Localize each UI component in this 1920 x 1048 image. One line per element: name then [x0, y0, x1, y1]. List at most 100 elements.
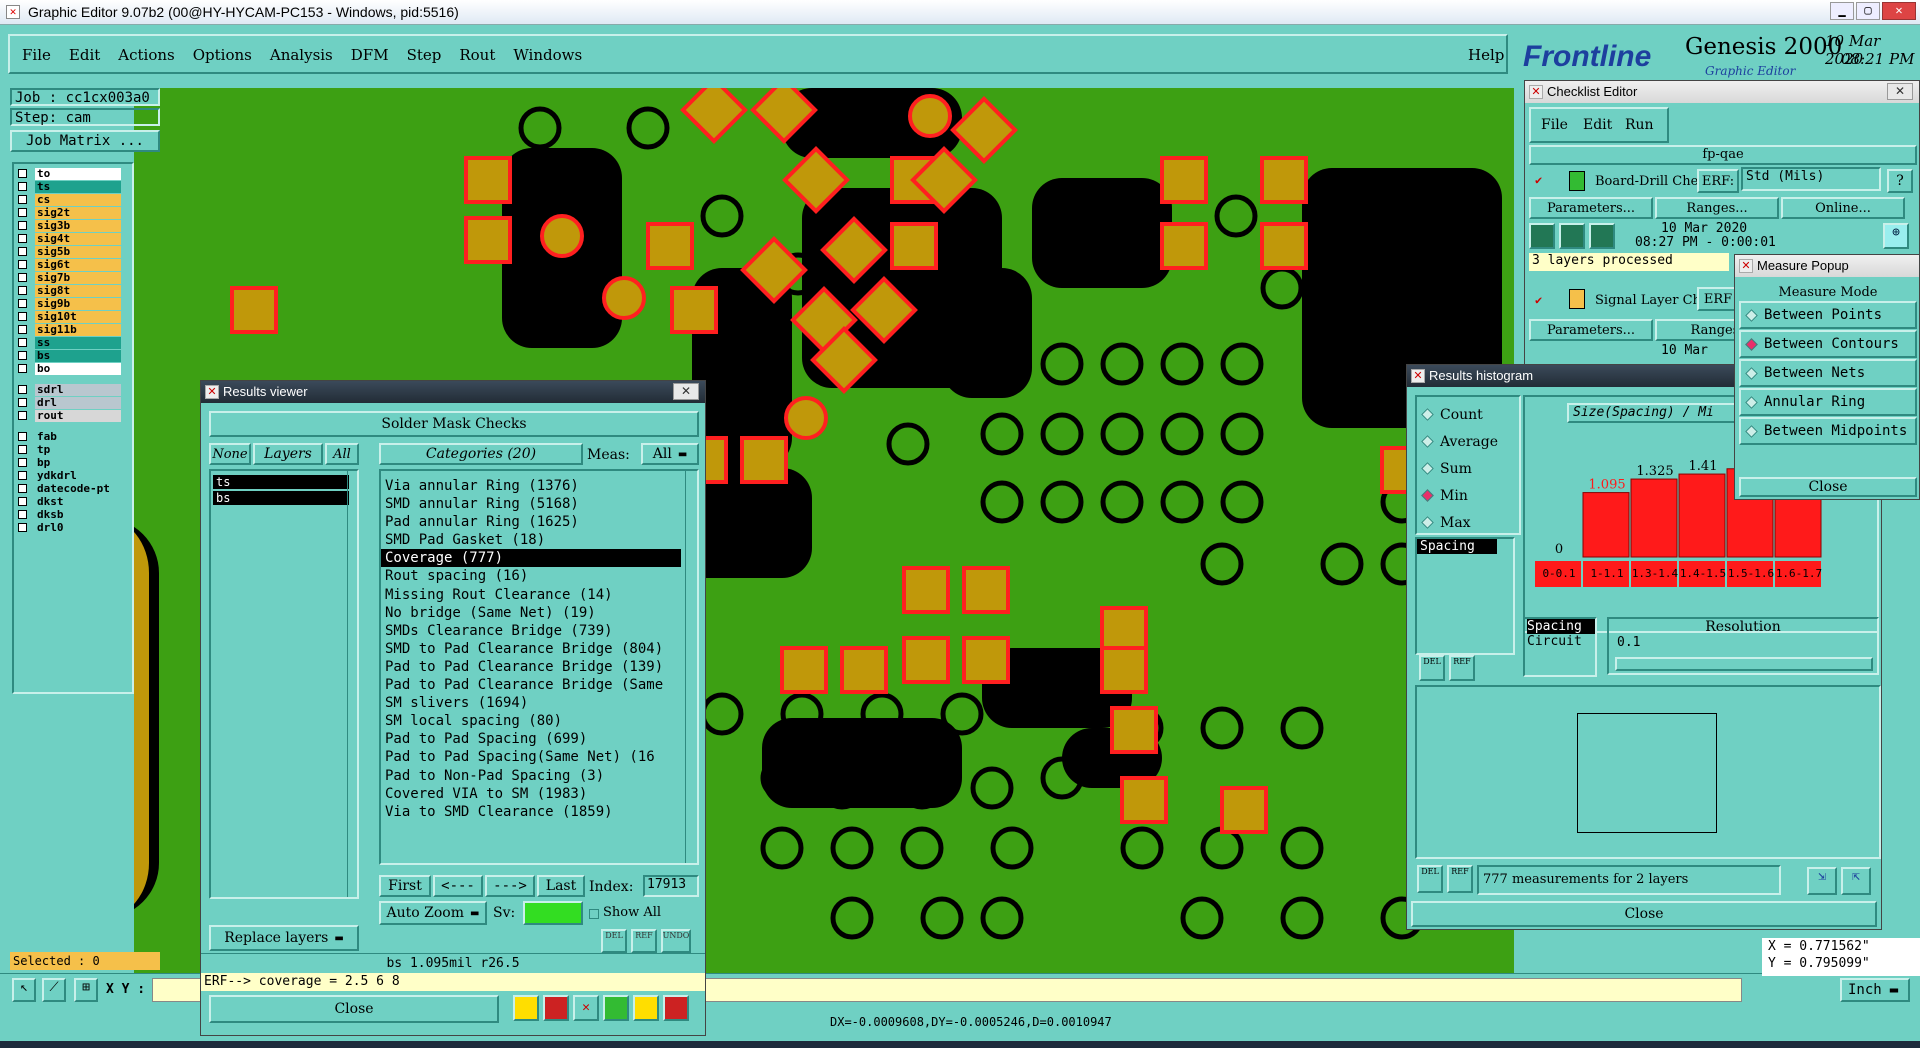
- layer-checkbox[interactable]: [18, 273, 27, 282]
- layer-checkbox[interactable]: [18, 325, 27, 334]
- cross-icon[interactable]: ✕: [573, 995, 599, 1021]
- check2-checkbox[interactable]: ✔: [1535, 293, 1542, 307]
- layer-checkbox[interactable]: [18, 221, 27, 230]
- histogram-close-button[interactable]: Close: [1411, 901, 1877, 927]
- check1-checkbox[interactable]: ✔: [1535, 173, 1542, 187]
- layer-row[interactable]: ydkdrl: [14, 469, 132, 482]
- stat-option[interactable]: Min: [1417, 482, 1519, 509]
- layer-row[interactable]: dksb: [14, 508, 132, 521]
- layer-checkbox[interactable]: [18, 445, 27, 454]
- sv-color-picker[interactable]: [523, 901, 583, 925]
- highlight-icon[interactable]: [513, 995, 539, 1021]
- layer-row[interactable]: bo: [14, 362, 132, 375]
- category-item[interactable]: SMD Pad Gasket (18): [381, 531, 681, 549]
- last-button[interactable]: Last: [537, 875, 585, 897]
- ranges-button[interactable]: Ranges...: [1655, 197, 1779, 219]
- ref-button[interactable]: REF: [631, 929, 657, 953]
- check1-std-input[interactable]: Std (Mils): [1741, 167, 1881, 191]
- hist-ref-button[interactable]: REF: [1449, 655, 1475, 681]
- category-item[interactable]: SMDs Clearance Bridge (739): [381, 622, 681, 640]
- units-dropdown[interactable]: Inch ▬: [1840, 978, 1910, 1002]
- export-icon[interactable]: ⇲: [1807, 867, 1837, 895]
- spacing-circuit-list[interactable]: Spacing Circuit: [1523, 617, 1597, 677]
- layers-button[interactable]: Layers: [253, 443, 323, 465]
- meas-dropdown[interactable]: All ▬: [641, 443, 699, 465]
- menu-rout[interactable]: Rout: [459, 46, 495, 64]
- layer-checkbox[interactable]: [18, 234, 27, 243]
- layer-checkbox[interactable]: [18, 385, 27, 394]
- close-icon[interactable]: ✕: [1887, 83, 1913, 100]
- menu-windows[interactable]: Windows: [513, 46, 582, 64]
- category-item[interactable]: Pad to Pad Clearance Bridge (139): [381, 658, 681, 676]
- layer-row[interactable]: sig3b: [14, 219, 132, 232]
- category-item[interactable]: Pad annular Ring (1625): [381, 513, 681, 531]
- layer-row[interactable]: dkst: [14, 495, 132, 508]
- film-icon[interactable]: [543, 995, 569, 1021]
- check1-help-button[interactable]: ?: [1887, 169, 1913, 193]
- index-input[interactable]: 17913: [643, 875, 699, 897]
- select-tool-icon[interactable]: ↖: [12, 978, 36, 1002]
- layer-row[interactable]: sig10t: [14, 310, 132, 323]
- category-item[interactable]: Pad to Pad Spacing (699): [381, 730, 681, 748]
- layer-row[interactable]: sdrl: [14, 383, 132, 396]
- run-all-icon[interactable]: [1559, 223, 1585, 249]
- resolution-slider[interactable]: [1615, 657, 1873, 671]
- category-item[interactable]: Coverage (777): [381, 549, 681, 568]
- layer-checkbox[interactable]: [18, 411, 27, 420]
- layer-row[interactable]: sig5b: [14, 245, 132, 258]
- category-item[interactable]: SMD to Pad Clearance Bridge (804): [381, 640, 681, 658]
- run-icon[interactable]: [1529, 223, 1555, 249]
- layer-row[interactable]: bp: [14, 456, 132, 469]
- hist-del2-button[interactable]: DEL: [1417, 865, 1443, 893]
- category-item[interactable]: Missing Rout Clearance (14): [381, 586, 681, 604]
- category-item[interactable]: Via to SMD Clearance (1859): [381, 803, 681, 821]
- layer-row[interactable]: tp: [14, 443, 132, 456]
- category-item[interactable]: Pad to Non-Pad Spacing (3): [381, 767, 681, 785]
- layer-checkbox[interactable]: [18, 182, 27, 191]
- layer-row[interactable]: sig2t: [14, 206, 132, 219]
- layer-checkbox[interactable]: [18, 208, 27, 217]
- layer-row[interactable]: sig4t: [14, 232, 132, 245]
- layer-row[interactable]: bs: [14, 349, 132, 362]
- layer-checkbox[interactable]: [18, 299, 27, 308]
- layer-checkbox[interactable]: [18, 458, 27, 467]
- menu-actions[interactable]: Actions: [118, 46, 174, 64]
- layer-row[interactable]: fab: [14, 430, 132, 443]
- spacing-item[interactable]: Spacing: [1417, 539, 1497, 554]
- layer-checkbox[interactable]: [18, 471, 27, 480]
- results-viewer-titlebar[interactable]: ✕ Results viewer ✕: [201, 381, 705, 403]
- layer-row[interactable]: drl0: [14, 521, 132, 534]
- grid-tool-icon[interactable]: ⊞: [74, 978, 98, 1002]
- layer-row[interactable]: sig7b: [14, 271, 132, 284]
- check1-erf-button[interactable]: ERF:: [1697, 169, 1739, 193]
- close-window-button[interactable]: ✕: [1882, 2, 1916, 20]
- del-button[interactable]: DEL: [601, 929, 627, 953]
- layer-checkbox[interactable]: [18, 510, 27, 519]
- layer-checkbox[interactable]: [18, 497, 27, 506]
- checklist-titlebar[interactable]: ✕ Checklist Editor ✕: [1525, 81, 1919, 103]
- category-item[interactable]: SMD annular Ring (5168): [381, 495, 681, 513]
- close-icon[interactable]: ✕: [673, 383, 699, 400]
- histogram-bar[interactable]: [1678, 473, 1726, 558]
- checklist-edit-menu[interactable]: Edit: [1583, 117, 1612, 133]
- menu-file[interactable]: File: [22, 46, 51, 64]
- layer-checkbox[interactable]: [18, 351, 27, 360]
- measure-option[interactable]: Between Midpoints: [1739, 417, 1917, 445]
- none-button[interactable]: None: [209, 443, 251, 465]
- layer-row[interactable]: rout: [14, 409, 132, 422]
- categories-button[interactable]: Categories (20): [379, 443, 583, 465]
- layer-row[interactable]: to: [14, 167, 132, 180]
- layer-row[interactable]: sig9b: [14, 297, 132, 310]
- viewer-layer-item[interactable]: bs: [213, 491, 349, 505]
- stat-option[interactable]: Max: [1417, 509, 1519, 536]
- histogram-icon[interactable]: [663, 995, 689, 1021]
- category-item[interactable]: Covered VIA to SM (1983): [381, 785, 681, 803]
- minimize-button[interactable]: ▁: [1830, 2, 1854, 20]
- stat-option[interactable]: Average: [1417, 428, 1519, 455]
- layer-row[interactable]: ss: [14, 336, 132, 349]
- undo-button[interactable]: UNDO: [661, 929, 691, 953]
- menu-dfm[interactable]: DFM: [351, 46, 389, 64]
- category-item[interactable]: No bridge (Same Net) (19): [381, 604, 681, 622]
- maximize-button[interactable]: ▢: [1856, 2, 1880, 20]
- zoom-icon[interactable]: ⊕: [1883, 223, 1909, 249]
